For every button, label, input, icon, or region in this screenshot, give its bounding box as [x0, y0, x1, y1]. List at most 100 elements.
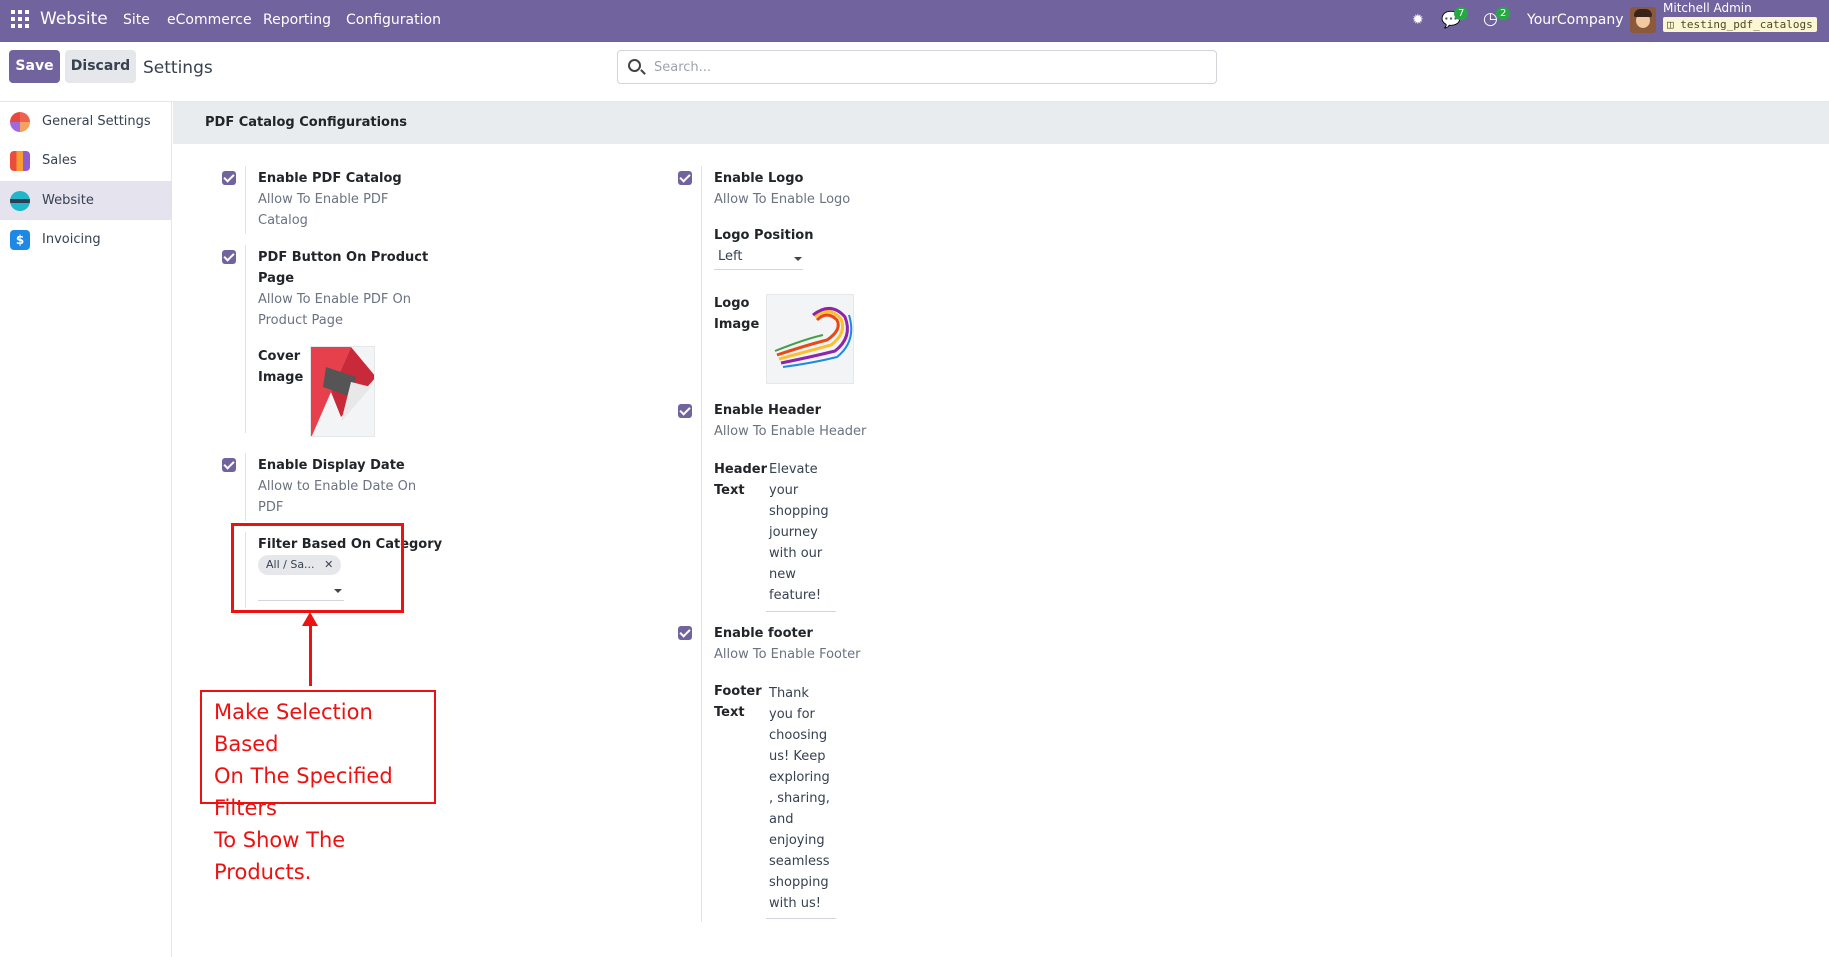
- logo-image-label: Logo: [714, 296, 750, 311]
- app-brand[interactable]: Website: [40, 9, 108, 29]
- logo-image-label: Image: [714, 317, 760, 332]
- footer-text-line: you for: [769, 707, 815, 722]
- sidebar-item-invoicing[interactable]: $ Invoicing: [0, 220, 172, 259]
- logo-image-thumbnail[interactable]: [766, 294, 854, 384]
- sidebar-item-website[interactable]: Website: [0, 181, 172, 220]
- display-date-label: Enable Display Date: [258, 458, 405, 473]
- sidebar-item-label: Sales: [42, 153, 77, 168]
- settings-sidebar: General Settings Sales Website $ Invoici…: [0, 102, 172, 957]
- divider: [701, 400, 702, 652]
- menu-site[interactable]: Site: [123, 12, 150, 28]
- sales-icon: [10, 151, 30, 171]
- divider: [701, 622, 702, 922]
- annotation-callout: Make Selection Based On The Specified Fi…: [200, 690, 436, 884]
- footer-text-line: with us!: [769, 896, 821, 911]
- enable-pdf-help: Allow To Enable PDF: [258, 192, 389, 207]
- logo-position-label: Logo Position: [714, 228, 814, 243]
- annotation-arrow-line: [309, 624, 312, 686]
- enable-pdf-help: Catalog: [258, 213, 308, 228]
- invoicing-icon: $: [10, 230, 30, 250]
- footer-text-line: us! Keep: [769, 749, 826, 764]
- display-date-help: PDF: [258, 500, 284, 515]
- footer-text-line: seamless: [769, 854, 830, 869]
- enable-header-checkbox[interactable]: [678, 404, 692, 418]
- footer-text-line: exploring: [769, 770, 830, 785]
- section-title: PDF Catalog Configurations: [205, 115, 407, 130]
- enable-pdf-checkbox[interactable]: [222, 171, 236, 185]
- footer-text-label: Text: [714, 705, 745, 720]
- section-header: PDF Catalog Configurations: [173, 102, 1829, 144]
- header-text-line: shopping: [769, 504, 829, 519]
- chevron-down-icon: [794, 257, 802, 261]
- enable-header-label: Enable Header: [714, 403, 822, 418]
- search-box: [617, 50, 1217, 84]
- display-date-help: Allow to Enable Date On: [258, 479, 417, 494]
- header-text-line: feature!: [769, 588, 822, 603]
- divider: [245, 453, 246, 521]
- divider: [245, 166, 246, 234]
- header-text-line: with our: [769, 546, 823, 561]
- annotation-line: To Show The Products.: [214, 828, 346, 884]
- pdf-button-label: PDF Button On Product: [258, 250, 429, 265]
- sidebar-item-general-settings[interactable]: General Settings: [0, 102, 172, 141]
- header-text-label: Text: [714, 483, 745, 498]
- annotation-line: Make Selection Based: [214, 700, 373, 756]
- menu-reporting[interactable]: Reporting: [263, 12, 331, 28]
- pdf-button-label: Page: [258, 271, 295, 286]
- enable-logo-label: Enable Logo: [714, 171, 804, 186]
- search-icon: [628, 59, 641, 72]
- header-text-line: journey: [769, 525, 818, 540]
- save-button[interactable]: Save: [9, 50, 60, 83]
- footer-text-field[interactable]: Thank you for choosing us! Keep explorin…: [766, 683, 836, 919]
- general-settings-icon: [10, 112, 30, 132]
- debug-bug-icon[interactable]: ✹: [1412, 12, 1424, 28]
- annotation-line: On The Specified Filters: [214, 764, 393, 820]
- sidebar-item-label: General Settings: [42, 114, 151, 129]
- logo-position-select[interactable]: Left: [714, 246, 803, 270]
- activity-count-badge: 2: [1496, 7, 1511, 20]
- company-switcher[interactable]: YourCompany: [1527, 12, 1624, 28]
- control-panel: Save Discard Settings: [0, 42, 1829, 102]
- footer-text-label: Footer: [714, 684, 762, 699]
- user-avatar[interactable]: [1630, 7, 1656, 33]
- database-name: testing_pdf_catalogs: [1680, 18, 1813, 31]
- footer-text-line: , sharing,: [769, 791, 830, 806]
- enable-footer-checkbox[interactable]: [678, 626, 692, 640]
- cover-image-thumbnail[interactable]: [310, 346, 375, 437]
- divider: [245, 245, 246, 433]
- enable-pdf-label: Enable PDF Catalog: [258, 171, 402, 186]
- pdf-button-checkbox[interactable]: [222, 250, 236, 264]
- enable-logo-checkbox[interactable]: [678, 171, 692, 185]
- sidebar-item-sales[interactable]: Sales: [0, 141, 172, 180]
- menu-ecommerce[interactable]: eCommerce: [167, 12, 252, 28]
- logo-position-value: Left: [718, 249, 743, 264]
- header-text-line: new: [769, 567, 796, 582]
- cover-image-label: Image: [258, 370, 304, 385]
- footer-text-line: enjoying: [769, 833, 825, 848]
- footer-text-line: choosing: [769, 728, 828, 743]
- header-text-label: Header: [714, 462, 768, 477]
- sidebar-item-label: Invoicing: [42, 232, 101, 247]
- chat-count-badge: 7: [1454, 7, 1469, 20]
- website-icon: [10, 191, 30, 211]
- apps-menu-icon[interactable]: [11, 10, 29, 28]
- database-name-badge: ◫ testing_pdf_catalogs: [1663, 17, 1817, 32]
- cover-image-label: Cover: [258, 349, 301, 364]
- menu-configuration[interactable]: Configuration: [346, 12, 441, 28]
- settings-content: PDF Catalog Configurations Enable PDF Ca…: [173, 102, 1829, 957]
- enable-logo-help: Allow To Enable Logo: [714, 192, 851, 207]
- user-name[interactable]: Mitchell Admin: [1663, 1, 1752, 15]
- header-text-line: your: [769, 483, 799, 498]
- header-text-field[interactable]: Elevate your shopping journey with our n…: [766, 459, 836, 612]
- discard-button[interactable]: Discard: [65, 50, 136, 83]
- sidebar-item-label: Website: [42, 193, 94, 208]
- annotation-highlight-box: [231, 523, 404, 613]
- footer-text-line: Thank: [769, 686, 809, 701]
- enable-header-help: Allow To Enable Header: [714, 424, 867, 439]
- pdf-button-help: Allow To Enable PDF On: [258, 292, 411, 307]
- footer-text-line: and: [769, 812, 794, 827]
- top-navbar: Website Site eCommerce Reporting Configu…: [0, 0, 1829, 42]
- search-input[interactable]: [654, 57, 1194, 77]
- pdf-button-help: Product Page: [258, 313, 343, 328]
- display-date-checkbox[interactable]: [222, 458, 236, 472]
